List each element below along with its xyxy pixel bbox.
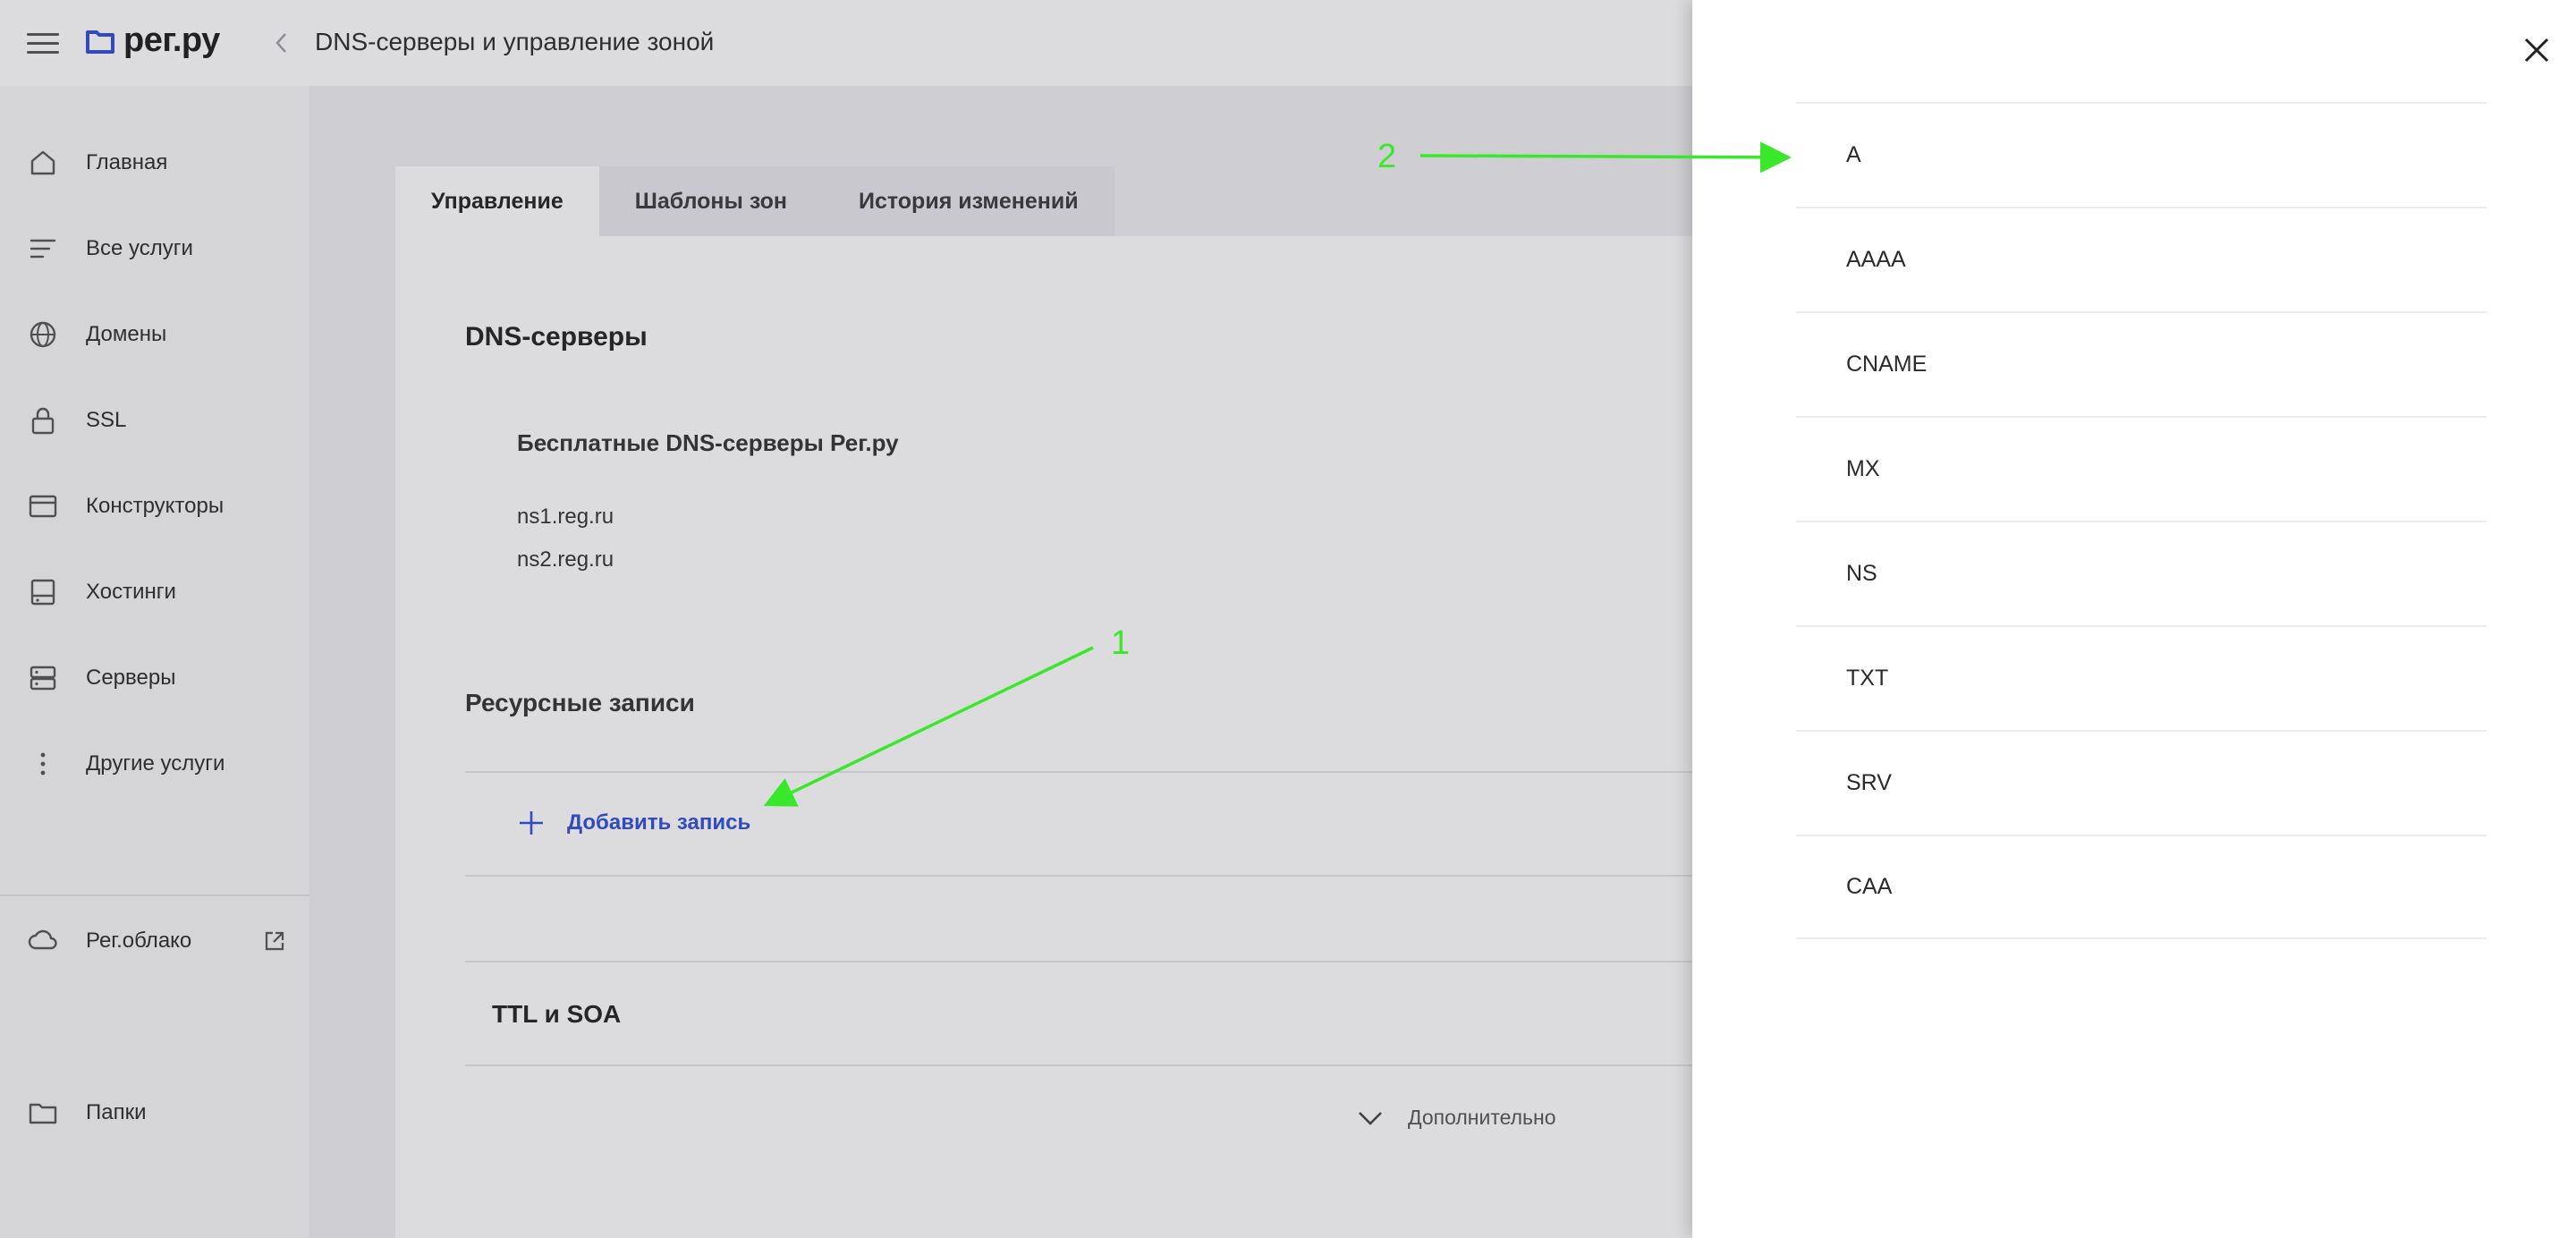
record-type-item-a[interactable]: A: [1796, 102, 2487, 207]
record-type-item-aaaa[interactable]: AAAA: [1796, 207, 2487, 311]
modal-overlay[interactable]: [0, 0, 1692, 1238]
record-type-item-srv[interactable]: SRV: [1796, 730, 2487, 835]
record-type-item-caa[interactable]: CAA: [1796, 835, 2487, 939]
record-type-list: A AAAA CNAME MX NS TXT SRV CAA: [1796, 102, 2487, 939]
record-type-item-mx[interactable]: MX: [1796, 416, 2487, 521]
record-type-item-cname[interactable]: CNAME: [1796, 311, 2487, 416]
record-type-item-txt[interactable]: TXT: [1796, 625, 2487, 730]
close-icon[interactable]: [2521, 34, 2553, 66]
record-type-item-ns[interactable]: NS: [1796, 521, 2487, 625]
annotation-label-2: 2: [1377, 138, 1397, 175]
annotation-label-1: 1: [1111, 624, 1131, 662]
